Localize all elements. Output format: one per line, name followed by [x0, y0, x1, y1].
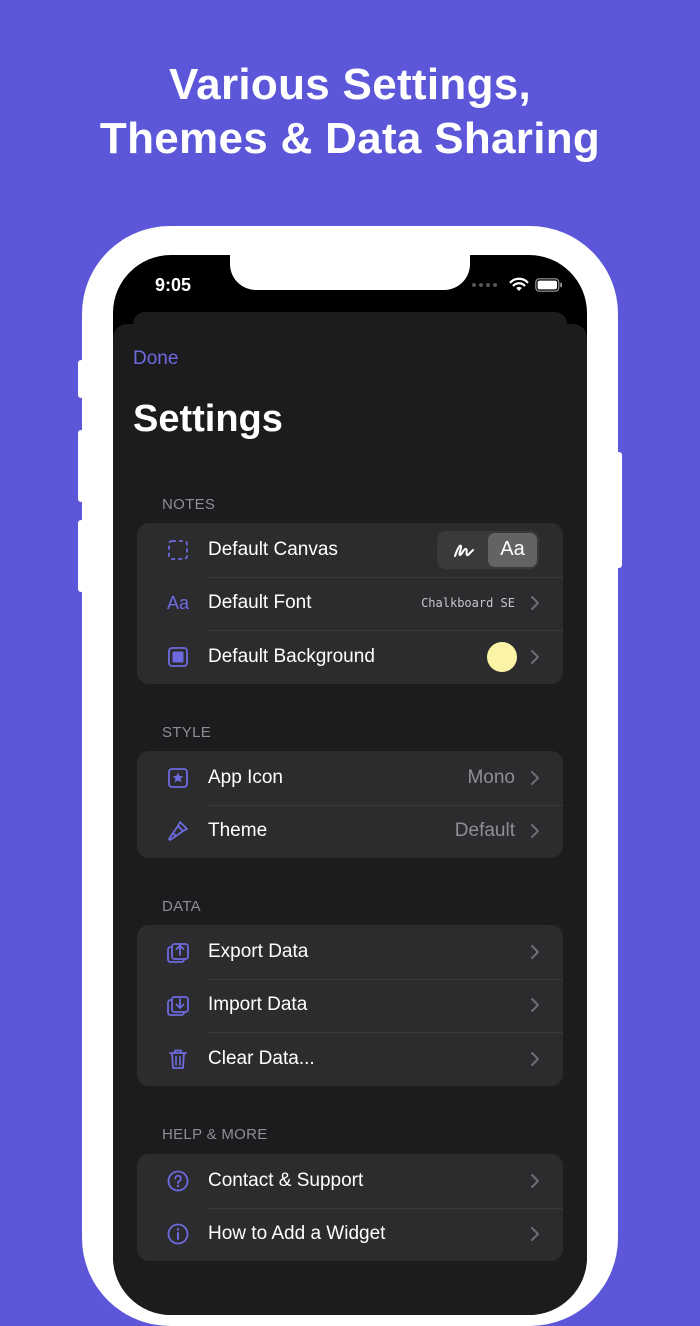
app-icon-label: App Icon: [208, 766, 283, 788]
headline-line-2: Themes & Data Sharing: [99, 114, 601, 163]
headline-line-1: Various Settings,: [168, 60, 532, 109]
status-icons: [472, 277, 563, 292]
question-circle-icon: [165, 1168, 191, 1194]
battery-icon: [535, 277, 562, 292]
theme-value: Default: [454, 820, 515, 842]
section-header-style: STYLE: [162, 724, 212, 741]
help-group: Contact & Support How to Add a Widget: [137, 1154, 563, 1261]
chevron-right-icon: [531, 998, 539, 1013]
default-canvas-row: Default Canvas Aa: [137, 523, 563, 577]
settings-sheet: Done Settings NOTES Default Canvas Aa Aa…: [113, 324, 587, 1315]
phone-side-button: [78, 360, 84, 398]
app-icon-row[interactable]: App Icon Mono: [137, 751, 563, 805]
done-button[interactable]: Done: [133, 348, 178, 370]
canvas-segmented-control: Aa: [437, 530, 539, 569]
contact-support-label: Contact & Support: [208, 1169, 364, 1191]
default-canvas-label: Default Canvas: [208, 538, 338, 560]
default-font-value: Chalkboard SE: [421, 596, 515, 611]
segment-drawing[interactable]: [439, 533, 488, 567]
widget-help-row[interactable]: How to Add a Widget: [137, 1207, 563, 1262]
page-title: Settings: [133, 398, 283, 440]
star-square-icon: [165, 765, 191, 791]
section-header-notes: NOTES: [162, 496, 216, 513]
phone-volume-down: [78, 520, 84, 592]
default-font-row[interactable]: Aa Default Font Chalkboard SE: [137, 576, 563, 631]
export-icon: [165, 939, 191, 965]
chevron-right-icon: [531, 649, 539, 664]
theme-row[interactable]: Theme Default: [137, 804, 563, 859]
headline: Various Settings, Themes & Data Sharing: [0, 58, 700, 166]
data-group: Export Data Import Data Clear Data...: [137, 925, 563, 1086]
default-background-label: Default Background: [208, 645, 375, 667]
filled-square-icon: [165, 644, 191, 670]
dashed-square-icon: [165, 537, 191, 563]
app-icon-value: Mono: [467, 766, 515, 788]
font-icon: Aa: [166, 592, 190, 613]
notes-group: Default Canvas Aa Aa Default Font Chalkb…: [137, 523, 563, 684]
trash-icon: [165, 1046, 191, 1072]
wifi-icon: [509, 277, 529, 291]
section-header-help: HELP & MORE: [162, 1126, 268, 1143]
background-color-swatch: [487, 641, 517, 672]
import-data-row[interactable]: Import Data: [137, 978, 563, 1033]
clear-data-row[interactable]: Clear Data...: [137, 1032, 563, 1086]
chevron-right-icon: [531, 1051, 539, 1066]
clear-data-label: Clear Data...: [208, 1047, 315, 1069]
phone-screen: 9:05 Done Settings NOTES Default Canvas: [113, 255, 587, 1315]
import-icon: [165, 992, 191, 1018]
notch: [230, 255, 470, 290]
section-header-data: DATA: [162, 898, 201, 915]
export-data-label: Export Data: [208, 940, 309, 962]
chevron-right-icon: [531, 596, 539, 611]
import-data-label: Import Data: [208, 994, 308, 1016]
scribble-icon: [453, 544, 474, 557]
info-circle-icon: [165, 1221, 191, 1247]
phone-volume-up: [78, 430, 84, 502]
contact-support-row[interactable]: Contact & Support: [137, 1154, 563, 1208]
paintbrush-icon: [165, 818, 191, 844]
export-data-row[interactable]: Export Data: [137, 925, 563, 979]
segment-text[interactable]: Aa: [488, 532, 537, 567]
chevron-right-icon: [531, 944, 539, 959]
phone-power-button: [616, 452, 622, 568]
default-font-label: Default Font: [208, 592, 312, 614]
chevron-right-icon: [531, 1173, 539, 1188]
chevron-right-icon: [531, 1227, 539, 1242]
style-group: App Icon Mono Theme Default: [137, 751, 563, 858]
default-background-row[interactable]: Default Background: [137, 630, 563, 684]
widget-help-label: How to Add a Widget: [208, 1223, 386, 1245]
cellular-dots-icon: [472, 282, 497, 287]
chevron-right-icon: [531, 770, 539, 785]
theme-label: Theme: [208, 820, 268, 842]
chevron-right-icon: [531, 824, 539, 839]
status-time: 9:05: [155, 275, 192, 295]
